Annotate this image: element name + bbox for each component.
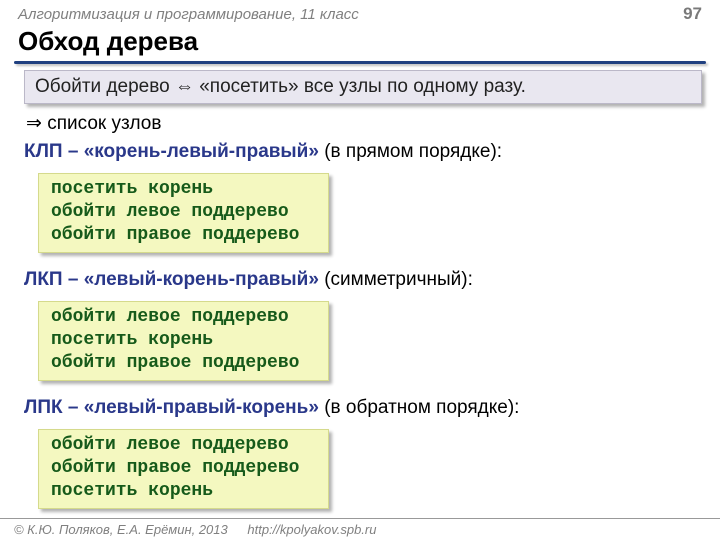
code-box-lpk: обойти левое поддерево обойти правое под… — [38, 429, 329, 509]
method-note: (симметричный): — [324, 269, 473, 290]
code-line: обойти правое поддерево — [51, 457, 316, 480]
code-box-lkp: обойти левое поддерево посетить корень о… — [38, 301, 329, 381]
arrow-line: ⇒ список узлов — [26, 112, 702, 135]
code-box-klp: посетить корень обойти левое поддерево о… — [38, 173, 329, 253]
slide-header: Алгоритмизация и программирование, 11 кл… — [0, 0, 720, 24]
code-line: обойти правое поддерево — [51, 224, 316, 247]
code-line: обойти левое поддерево — [51, 306, 316, 329]
definition-box: Обойти дерево ⇔ «посетить» все узлы по о… — [24, 70, 702, 104]
method-abbr: ЛКП — [24, 269, 63, 290]
page-title: Обход дерева — [0, 24, 720, 61]
page-number: 97 — [683, 4, 702, 24]
code-line: посетить корень — [51, 329, 316, 352]
method-name: «корень-левый-правый» — [84, 141, 319, 162]
method-abbr: КЛП — [24, 141, 63, 162]
method-lpk: ЛПК – «левый-правый-корень» (в обратном … — [24, 397, 702, 419]
method-name: «левый-правый-корень» — [84, 397, 319, 418]
method-note: (в прямом порядке): — [324, 141, 502, 162]
method-name: «левый-корень-правый» — [84, 269, 319, 290]
method-abbr: ЛПК — [24, 397, 63, 418]
code-line: обойти левое поддерево — [51, 201, 316, 224]
method-note: (в обратном порядке): — [324, 397, 519, 418]
slide-footer: © К.Ю. Поляков, Е.А. Ерёмин, 2013 http:/… — [0, 518, 720, 537]
code-line: посетить корень — [51, 480, 316, 503]
method-klp: КЛП – «корень-левый-правый» (в прямом по… — [24, 141, 702, 163]
code-line: обойти правое поддерево — [51, 352, 316, 375]
footer-author: © К.Ю. Поляков, Е.А. Ерёмин, 2013 — [14, 522, 228, 537]
content-area: Обойти дерево ⇔ «посетить» все узлы по о… — [0, 64, 720, 519]
method-lkp: ЛКП – «левый-корень-правый» (симметричны… — [24, 269, 702, 291]
footer-link: http://kpolyakov.spb.ru — [247, 522, 376, 537]
code-line: обойти левое поддерево — [51, 434, 316, 457]
code-line: посетить корень — [51, 178, 316, 201]
course-name: Алгоритмизация и программирование, 11 кл… — [18, 6, 359, 23]
